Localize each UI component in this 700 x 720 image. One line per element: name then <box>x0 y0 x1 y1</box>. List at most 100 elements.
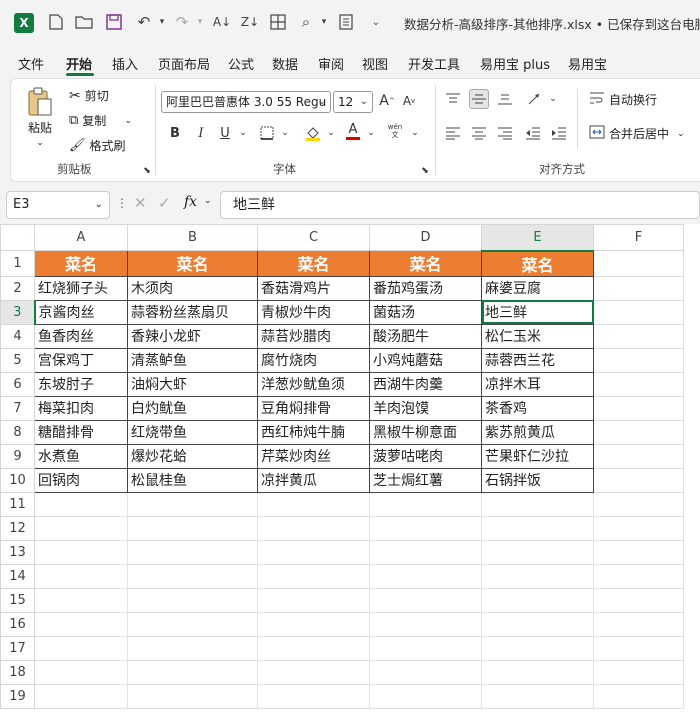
form-icon[interactable] <box>336 12 356 32</box>
row-header[interactable]: 14 <box>0 563 35 589</box>
empty-cell[interactable] <box>369 659 482 685</box>
empty-cell[interactable] <box>593 395 684 421</box>
empty-cell[interactable] <box>593 443 684 469</box>
table-cell[interactable]: 东坡肘子 <box>34 371 128 397</box>
table-cell[interactable]: 鱼香肉丝 <box>34 323 128 349</box>
table-cell[interactable]: 菌菇汤 <box>369 299 482 325</box>
border-icon[interactable] <box>257 123 277 143</box>
font-color-dropdown-icon[interactable]: ⌄ <box>361 123 381 143</box>
format-painter-button[interactable]: 🖌 格式刷 <box>69 137 126 154</box>
row-header[interactable]: 12 <box>0 515 35 541</box>
header-cell[interactable]: 菜名 <box>369 250 482 277</box>
empty-cell[interactable] <box>481 635 594 661</box>
row-header[interactable]: 17 <box>0 635 35 661</box>
tab-data[interactable]: 数据 <box>272 54 298 73</box>
header-cell[interactable]: 菜名 <box>481 250 594 277</box>
table-cell[interactable]: 青椒炒牛肉 <box>257 299 370 325</box>
empty-cell[interactable] <box>34 491 128 517</box>
table-cell[interactable]: 油焖大虾 <box>127 371 258 397</box>
table-cell[interactable]: 回锅肉 <box>34 467 128 493</box>
empty-cell[interactable] <box>593 515 684 541</box>
empty-cell[interactable] <box>593 635 684 661</box>
merge-center-button[interactable]: 合并后居中 ⌄ <box>589 125 685 142</box>
empty-cell[interactable] <box>369 587 482 613</box>
empty-cell[interactable] <box>34 563 128 589</box>
decrease-indent-icon[interactable] <box>523 123 543 143</box>
empty-cell[interactable] <box>34 611 128 637</box>
orientation-dropdown-icon[interactable]: ⌄ <box>543 89 563 109</box>
tab-insert[interactable]: 插入 <box>112 54 138 73</box>
more-options-icon[interactable]: ⋮ <box>116 196 128 210</box>
empty-cell[interactable] <box>593 539 684 565</box>
table-cell[interactable]: 芒果虾仁沙拉 <box>481 443 594 469</box>
table-cell[interactable]: 清蒸鲈鱼 <box>127 347 258 373</box>
empty-cell[interactable] <box>34 587 128 613</box>
shrink-font-icon[interactable]: Av <box>399 91 419 111</box>
row-header[interactable]: 4 <box>0 323 35 349</box>
merge-dropdown-icon[interactable]: ⌄ <box>677 129 685 139</box>
empty-cell[interactable] <box>34 515 128 541</box>
empty-cell[interactable] <box>369 611 482 637</box>
empty-cell[interactable] <box>593 250 684 277</box>
table-cell[interactable]: 芝士焗红薯 <box>369 467 482 493</box>
row-header[interactable]: 3 <box>0 299 36 325</box>
row-header[interactable]: 1 <box>0 250 35 277</box>
grow-font-icon[interactable]: A ^ <box>377 91 397 111</box>
table-cell[interactable]: 黑椒牛柳意面 <box>369 419 482 445</box>
empty-cell[interactable] <box>257 539 370 565</box>
empty-cell[interactable] <box>127 587 258 613</box>
redo-icon[interactable]: ↷ <box>172 12 192 32</box>
table-cell[interactable]: 蒜蓉西兰花 <box>481 347 594 373</box>
underline-button[interactable]: U <box>215 123 235 143</box>
column-header[interactable]: D <box>369 224 482 251</box>
table-cell[interactable]: 松鼠桂鱼 <box>127 467 258 493</box>
table-cell[interactable]: 凉拌黄瓜 <box>257 467 370 493</box>
row-header[interactable]: 7 <box>0 395 35 421</box>
font-launcher-icon[interactable]: ⬊ <box>415 161 435 181</box>
enter-icon[interactable]: ✓ <box>158 194 171 212</box>
table-cell[interactable]: 紫苏煎黄瓜 <box>481 419 594 445</box>
empty-cell[interactable] <box>127 635 258 661</box>
empty-cell[interactable] <box>257 587 370 613</box>
phonetic-guide-icon[interactable]: wén 文 <box>385 121 405 141</box>
column-header[interactable]: A <box>34 224 128 251</box>
table-cell[interactable]: 木须肉 <box>127 275 258 301</box>
table-cell[interactable]: 芹菜炒肉丝 <box>257 443 370 469</box>
empty-cell[interactable] <box>593 587 684 613</box>
table-cell[interactable]: 糖醋排骨 <box>34 419 128 445</box>
empty-cell[interactable] <box>593 371 684 397</box>
empty-cell[interactable] <box>593 299 684 325</box>
font-size-select[interactable]: 12 ⌄ <box>333 91 373 113</box>
row-header[interactable]: 9 <box>0 443 35 469</box>
empty-cell[interactable] <box>127 611 258 637</box>
table-cell[interactable]: 香菇滑鸡片 <box>257 275 370 301</box>
tab-page-layout[interactable]: 页面布局 <box>158 54 210 73</box>
row-header[interactable]: 11 <box>0 491 35 517</box>
table-cell[interactable]: 白灼鱿鱼 <box>127 395 258 421</box>
empty-cell[interactable] <box>593 611 684 637</box>
table-cell[interactable]: 宫保鸡丁 <box>34 347 128 373</box>
align-center-icon[interactable] <box>469 123 489 143</box>
header-cell[interactable]: 菜名 <box>257 250 370 277</box>
table-cell[interactable]: 松仁玉米 <box>481 323 594 349</box>
name-box[interactable]: E3 ⌄ <box>6 191 110 219</box>
italic-button[interactable]: I <box>191 123 211 143</box>
table-cell[interactable]: 红烧狮子头 <box>34 275 128 301</box>
empty-cell[interactable] <box>481 611 594 637</box>
empty-cell[interactable] <box>127 683 258 709</box>
empty-cell[interactable] <box>481 683 594 709</box>
cancel-icon[interactable]: ✕ <box>134 194 147 212</box>
empty-cell[interactable] <box>593 275 684 301</box>
wrap-text-button[interactable]: 自动换行 <box>589 91 657 108</box>
table-cell[interactable]: 豆角焖排骨 <box>257 395 370 421</box>
empty-cell[interactable] <box>257 515 370 541</box>
table-cell[interactable]: 腐竹烧肉 <box>257 347 370 373</box>
column-header[interactable]: B <box>127 224 258 251</box>
tab-view[interactable]: 视图 <box>362 54 388 73</box>
row-header[interactable]: 2 <box>0 275 35 301</box>
table-cell[interactable]: 小鸡炖蘑菇 <box>369 347 482 373</box>
row-header[interactable]: 15 <box>0 587 35 613</box>
column-header[interactable]: F <box>593 224 684 251</box>
table-cell[interactable]: 蒜苔炒腊肉 <box>257 323 370 349</box>
cut-button[interactable]: ✂ 剪切 <box>69 87 109 104</box>
